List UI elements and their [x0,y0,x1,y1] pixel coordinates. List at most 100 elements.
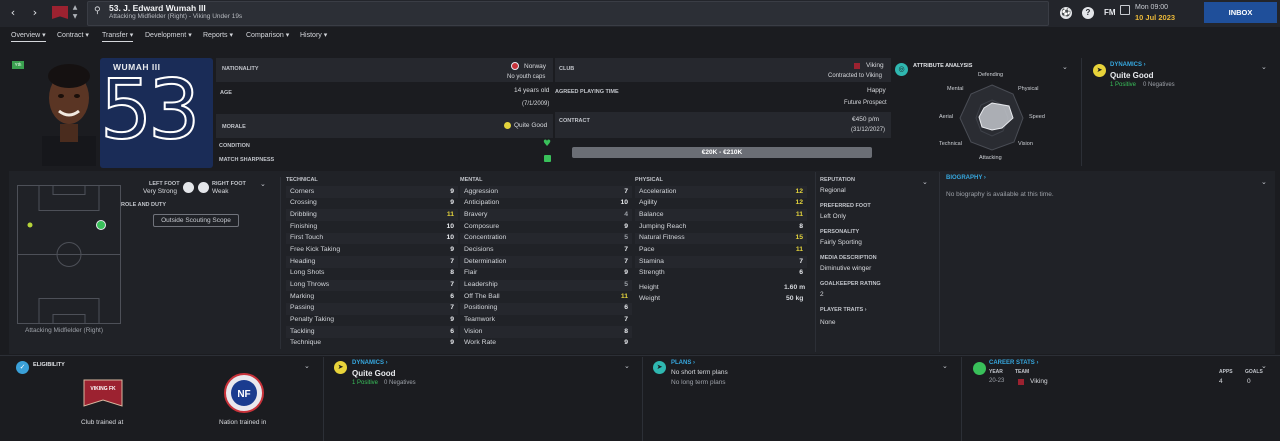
attribute-row[interactable]: Determination 7 [460,256,632,268]
attribute-row[interactable]: Jumping Reach 8 [635,221,807,233]
attribute-row[interactable]: Penalty Taking 9 [286,315,458,327]
attribute-row[interactable]: Marking 6 [286,291,458,303]
feet-chevron-icon[interactable]: ⌄ [260,180,266,188]
left-foot-value: Very Strong [143,188,177,195]
attribute-row[interactable]: Free Kick Taking 9 [286,244,458,256]
help-icon[interactable]: ? [1082,7,1094,19]
plans-chevron-icon[interactable]: ⌄ [942,362,948,370]
divider [815,172,816,352]
weight-value: 50 kg [786,295,804,302]
career-chevron-icon[interactable]: ⌄ [1261,362,1267,370]
forward-icon[interactable]: › [28,6,42,20]
tab-overview[interactable]: Overview ▾ [11,31,46,42]
axis-label-attacking: Attacking [979,155,1002,161]
attribute-row[interactable]: Aggression 7 [460,186,632,198]
plans-title[interactable]: PLANS › [671,360,695,366]
career-team[interactable]: Viking [1030,378,1048,385]
career-apps-header: APPS [1219,369,1233,375]
attribute-value: 7 [450,281,454,288]
condition-heart-icon: ♥ [543,139,552,149]
attribute-row[interactable]: Leadership 5 [460,279,632,292]
attribute-name: Flair [464,269,478,277]
shirt-number: 53 [99,63,201,158]
morale-value[interactable]: Quite Good [514,122,547,129]
attribute-row[interactable]: Long Shots 8 [286,268,458,280]
attribute-row[interactable]: Technique 9 [286,338,458,350]
attribute-row[interactable]: Acceleration 12 [635,186,807,198]
attribute-name: Technique [290,339,321,347]
sort-arrows-icon[interactable]: ▲ ▼ [71,3,79,23]
ball-icon[interactable]: ⚽ [1060,7,1072,19]
attribute-value: 12 [795,187,803,195]
attribute-row[interactable]: Balance 11 [635,209,807,222]
search-icon[interactable]: ⚲ [94,6,105,17]
career-stats-icon [973,362,986,375]
fm-menu[interactable]: FM [1104,8,1116,17]
tab-history[interactable]: History ▾ [300,31,327,39]
attribute-row[interactable]: Finishing 10 [286,221,458,233]
eligibility-chevron-icon[interactable]: ⌄ [304,362,310,370]
attribute-row[interactable]: Flair 9 [460,268,632,280]
attribute-row[interactable]: Long Throws 7 [286,279,458,292]
technical-attributes: Corners 9 Crossing 9 Dribbling 11 Finishing 10 F… [286,186,458,350]
tab-transfer[interactable]: Transfer ▾ [102,31,134,42]
dynamics-title[interactable]: DYNAMICS › [1110,62,1146,68]
tab-bar [0,28,1280,44]
dynamics-bottom-chevron-icon[interactable]: ⌄ [624,362,630,370]
attribute-value: 5 [624,281,628,288]
right-foot-icon [198,182,209,193]
attribute-row[interactable]: Decisions 7 [460,244,632,256]
attribute-row[interactable]: Vision 8 [460,326,632,338]
attribute-row[interactable]: Anticipation 10 [460,198,632,210]
attribute-row[interactable]: Pace 11 [635,244,807,256]
attribute-row[interactable]: Crossing 9 [286,198,458,210]
nationality-value[interactable]: Norway [524,63,546,70]
norway-flag-icon [511,62,519,70]
tab-comparison[interactable]: Comparison ▾ [246,31,289,39]
attribute-row[interactable]: Passing 7 [286,302,458,315]
attribute-row[interactable]: First Touch 10 [286,232,458,245]
dynamics-bottom-title[interactable]: DYNAMICS › [352,360,388,366]
scouting-scope-button[interactable]: Outside Scouting Scope [153,214,239,227]
attribute-value: 10 [620,199,628,207]
analysis-chevron-icon[interactable]: ⌄ [1062,63,1068,71]
condition-label: CONDITION [219,143,250,149]
attribute-row[interactable]: Concentration 5 [460,232,632,245]
career-stats-title[interactable]: CAREER STATS › [989,360,1038,366]
attribute-row[interactable]: Dribbling 11 [286,209,458,222]
attribute-row[interactable]: Strength 6 [635,268,807,280]
attribute-name: Corners [290,187,315,195]
dynamics-chevron-icon[interactable]: ⌄ [1261,63,1267,71]
inbox-button[interactable]: INBOX [1204,2,1277,23]
transfer-value-bar[interactable]: €20K - €210K [572,147,872,158]
calendar-icon[interactable] [1120,5,1130,15]
attribute-row[interactable]: Composure 9 [460,221,632,233]
svg-text:NF: NF [237,389,250,400]
attribute-row[interactable]: Natural Fitness 15 [635,232,807,245]
dynamics-bottom-value: Quite Good [352,369,396,378]
attribute-row[interactable]: Bravery 4 [460,209,632,222]
attribute-row[interactable]: Heading 7 [286,256,458,268]
attribute-row[interactable]: Agility 12 [635,198,807,210]
sharpness-icon [544,155,551,162]
tab-reports[interactable]: Reports ▾ [203,31,233,39]
attribute-row[interactable]: Positioning 6 [460,302,632,315]
attribute-row[interactable]: Corners 9 [286,186,458,198]
attribute-row[interactable]: Stamina 7 [635,256,807,268]
attribute-row[interactable]: Tackling 6 [286,326,458,338]
back-icon[interactable]: ‹ [6,6,20,20]
biography-chevron-icon[interactable]: ⌄ [1261,178,1267,186]
details-chevron-icon[interactable]: ⌄ [922,178,928,186]
attribute-name: Agility [639,199,658,207]
age-label: AGE [220,90,232,96]
biography-title[interactable]: BIOGRAPHY › [946,175,986,181]
attribute-row[interactable]: Work Rate 9 [460,338,632,350]
attribute-row[interactable]: Teamwork 7 [460,315,632,327]
tab-development[interactable]: Development ▾ [145,31,192,39]
club-value[interactable]: Viking [866,62,884,69]
attribute-row[interactable]: Off The Ball 11 [460,291,632,303]
tab-contract[interactable]: Contract ▾ [57,31,89,39]
attribute-value: 11 [620,292,628,300]
player-traits-link[interactable]: PLAYER TRAITS › [820,307,867,313]
attribute-name: Tackling [290,327,315,335]
